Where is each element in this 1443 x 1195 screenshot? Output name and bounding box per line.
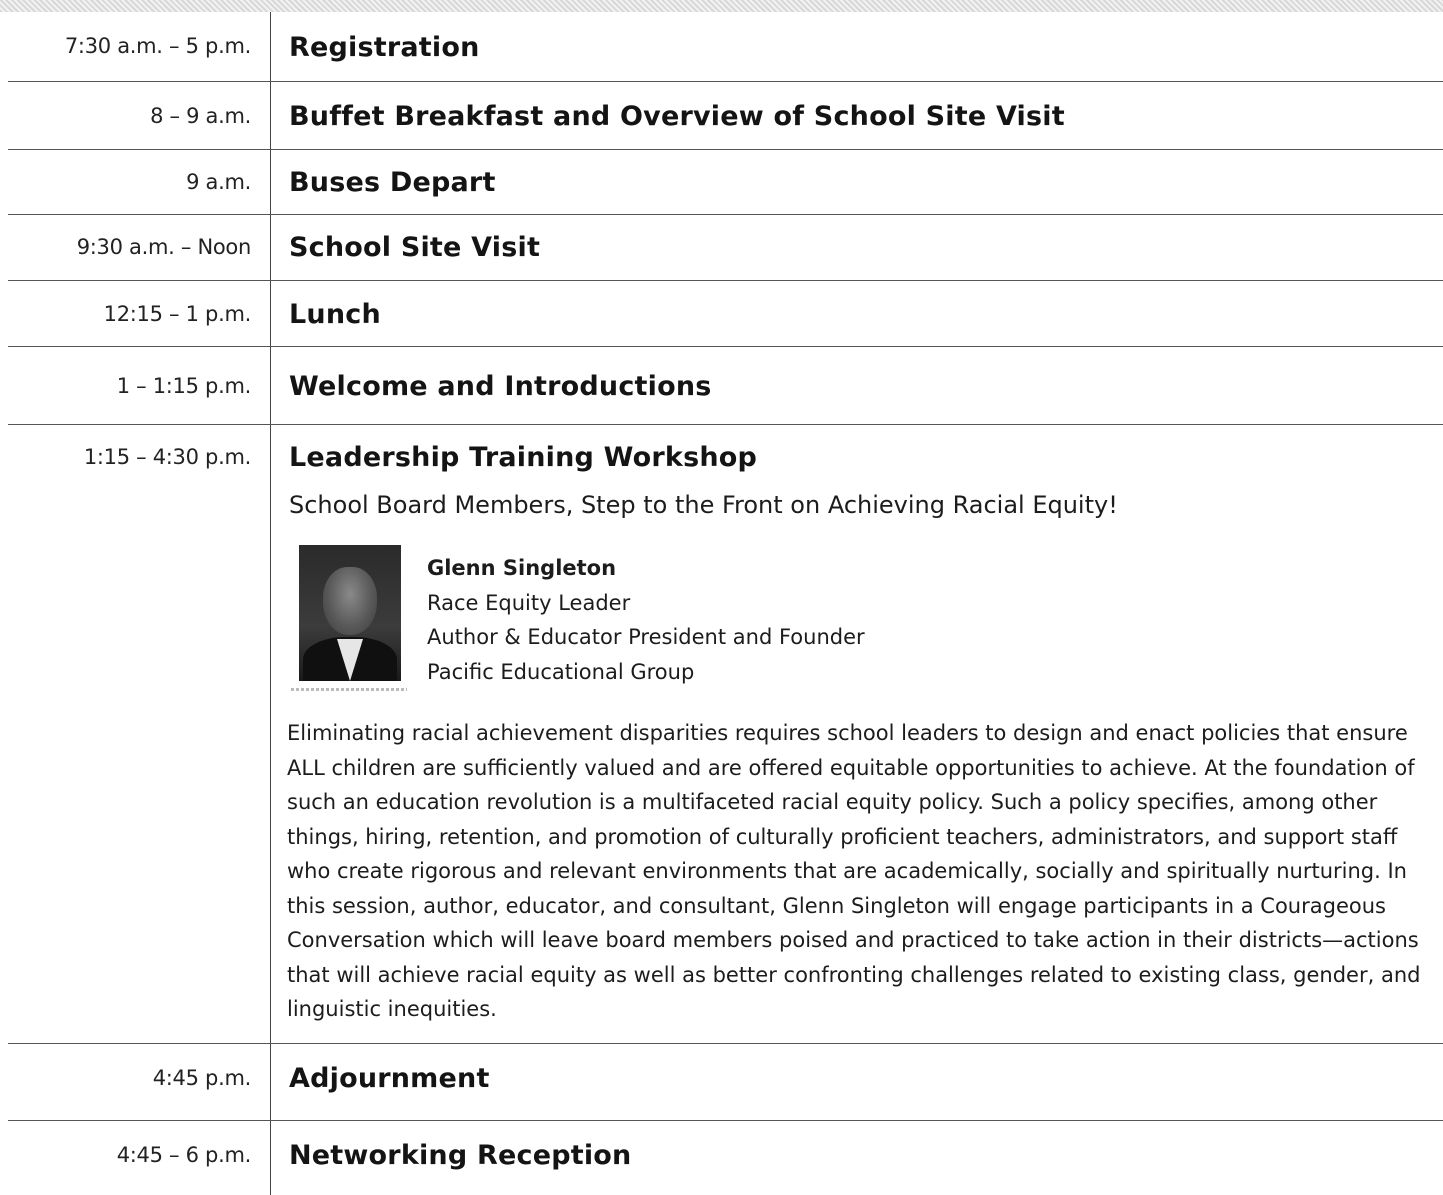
row-divider — [8, 1120, 1443, 1121]
agenda-title-registration: Registration — [289, 32, 480, 63]
row-divider — [8, 214, 1443, 215]
workshop-description-text: Eliminating racial achievement dispariti… — [287, 721, 1421, 1021]
agenda-time-welcome: 1 – 1:15 p.m. — [116, 374, 252, 398]
speaker-photo — [299, 545, 401, 681]
speaker-organization: Pacific Educational Group — [427, 659, 695, 684]
agenda-time-adjournment: 4:45 p.m. — [152, 1066, 252, 1090]
agenda-title-breakfast: Buffet Breakfast and Overview of School … — [289, 101, 1065, 132]
agenda-title-adjournment: Adjournment — [289, 1063, 490, 1094]
agenda-title-welcome: Welcome and Introductions — [289, 371, 712, 402]
speaker-info: Glenn Singleton Race Equity Leader Autho… — [427, 551, 865, 689]
agenda-title-workshop: Leadership Training Workshop — [289, 442, 758, 473]
agenda-time-registration: 7:30 a.m. – 5 p.m. — [64, 34, 251, 58]
speaker-title: Author & Educator President and Founder — [427, 625, 865, 649]
row-divider — [8, 280, 1443, 281]
agenda-title-reception: Networking Reception — [289, 1140, 632, 1171]
workshop-description: Eliminating racial achievement dispariti… — [287, 716, 1437, 1027]
agenda-time-buses: 9 a.m. — [186, 170, 251, 194]
workshop-subtitle: School Board Members, Step to the Front … — [289, 491, 1118, 519]
photo-caption-line — [291, 688, 407, 691]
agenda-time-reception: 4:45 – 6 p.m. — [116, 1143, 252, 1167]
speaker-role: Race Equity Leader — [427, 590, 631, 615]
agenda-time-lunch: 12:15 – 1 p.m. — [103, 302, 252, 326]
agenda-time-site-visit: 9:30 a.m. – Noon — [76, 235, 252, 259]
row-divider — [8, 346, 1443, 347]
row-divider — [8, 424, 1443, 425]
row-divider — [8, 81, 1443, 82]
column-divider — [270, 12, 271, 1195]
agenda-title-lunch: Lunch — [289, 299, 381, 330]
row-divider — [8, 1043, 1443, 1044]
top-border-strip — [0, 0, 1443, 12]
agenda-title-site-visit: School Site Visit — [289, 232, 541, 263]
agenda-time-breakfast: 8 – 9 a.m. — [150, 104, 251, 128]
agenda-time-workshop: 1:15 – 4:30 p.m. — [83, 445, 251, 469]
agenda-title-buses: Buses Depart — [289, 167, 496, 198]
speaker-photo-face — [323, 567, 377, 635]
row-divider — [8, 149, 1443, 150]
speaker-name: Glenn Singleton — [427, 556, 617, 580]
